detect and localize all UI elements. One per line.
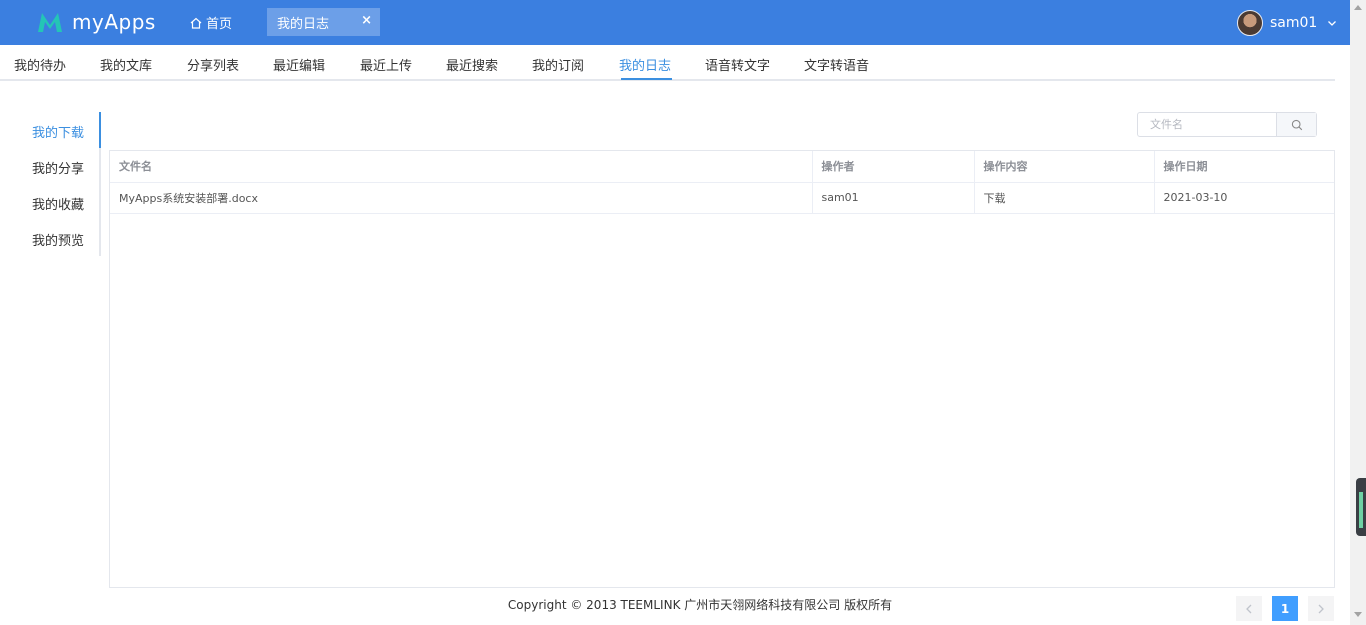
nav-item-recent-edit[interactable]: 最近编辑 bbox=[273, 55, 325, 74]
nav-item-share-list[interactable]: 分享列表 bbox=[187, 55, 239, 74]
home-icon bbox=[190, 17, 202, 29]
search-icon bbox=[1291, 119, 1302, 130]
table-header-row: 文件名 操作者 操作内容 操作日期 bbox=[110, 151, 1334, 183]
nav-item-my-todo[interactable]: 我的待办 bbox=[14, 55, 66, 74]
pagination-page-1[interactable]: 1 bbox=[1272, 596, 1298, 621]
footer-copyright: Copyright © 2013 TEEMLINK 广州市天翎网络科技有限公司 … bbox=[507, 598, 893, 612]
cell-file-name: MyApps系统安装部署.docx bbox=[110, 182, 813, 214]
log-table: 文件名 操作者 操作内容 操作日期 MyApps系统安装部署.docx sam0… bbox=[109, 150, 1335, 588]
search-button[interactable] bbox=[1276, 113, 1316, 136]
nav-item-recent-upload[interactable]: 最近上传 bbox=[360, 55, 412, 74]
nav-item-my-subscription[interactable]: 我的订阅 bbox=[532, 55, 584, 74]
nav-item-speech-to-text[interactable]: 语音转文字 bbox=[705, 55, 770, 74]
home-label: 首页 bbox=[206, 17, 233, 32]
cell-date: 2021-03-10 bbox=[1154, 182, 1334, 214]
logo-m-icon bbox=[38, 13, 62, 32]
top-bar: myApps 首页 我的日志 × sam01 bbox=[0, 0, 1350, 45]
column-header-operation[interactable]: 操作内容 bbox=[974, 151, 1155, 183]
pagination-next-button[interactable] bbox=[1308, 596, 1334, 621]
sidebar-item-favorites[interactable]: 我的收藏 bbox=[32, 194, 84, 213]
scroll-up-icon[interactable] bbox=[1354, 4, 1362, 10]
scroll-down-icon[interactable] bbox=[1354, 612, 1362, 618]
app-logo[interactable]: myApps bbox=[36, 8, 156, 36]
tab-label: 我的日志 bbox=[277, 16, 330, 32]
column-header-file-name[interactable]: 文件名 bbox=[110, 151, 813, 183]
cell-operator: sam01 bbox=[812, 182, 975, 214]
chevron-right-icon bbox=[1318, 604, 1324, 613]
user-menu[interactable]: sam01 bbox=[1237, 10, 1337, 36]
sidebar-item-previews[interactable]: 我的预览 bbox=[32, 230, 84, 249]
widget-level-icon bbox=[1359, 492, 1363, 528]
sidebar-item-shares[interactable]: 我的分享 bbox=[32, 158, 84, 177]
column-header-operator[interactable]: 操作者 bbox=[812, 151, 975, 183]
nav-active-underline bbox=[621, 78, 672, 80]
nav-item-recent-search[interactable]: 最近搜索 bbox=[446, 55, 498, 74]
sidebar-active-indicator bbox=[99, 112, 101, 148]
cell-operation: 下载 bbox=[974, 182, 1155, 214]
tab-my-log[interactable]: 我的日志 × bbox=[267, 8, 380, 36]
nav-item-text-to-speech[interactable]: 文字转语音 bbox=[804, 55, 869, 74]
sidebar-item-downloads[interactable]: 我的下载 bbox=[32, 122, 84, 141]
avatar[interactable] bbox=[1237, 10, 1263, 36]
nav-item-my-library[interactable]: 我的文库 bbox=[100, 55, 152, 74]
app-name: myApps bbox=[72, 10, 156, 34]
pagination-prev-button[interactable] bbox=[1236, 596, 1262, 621]
user-name: sam01 bbox=[1270, 15, 1318, 31]
chevron-left-icon bbox=[1246, 604, 1252, 613]
nav-item-my-log[interactable]: 我的日志 bbox=[619, 55, 671, 74]
close-icon[interactable]: × bbox=[361, 13, 372, 28]
chevron-down-icon[interactable] bbox=[1327, 18, 1337, 28]
table-row[interactable]: MyApps系统安装部署.docx sam01 下载 2021-03-10 bbox=[110, 182, 1334, 214]
floating-side-widget[interactable] bbox=[1356, 478, 1366, 536]
search-box bbox=[1137, 112, 1317, 137]
home-tab[interactable]: 首页 bbox=[190, 13, 232, 32]
search-input[interactable] bbox=[1138, 113, 1276, 136]
column-header-date[interactable]: 操作日期 bbox=[1154, 151, 1334, 183]
